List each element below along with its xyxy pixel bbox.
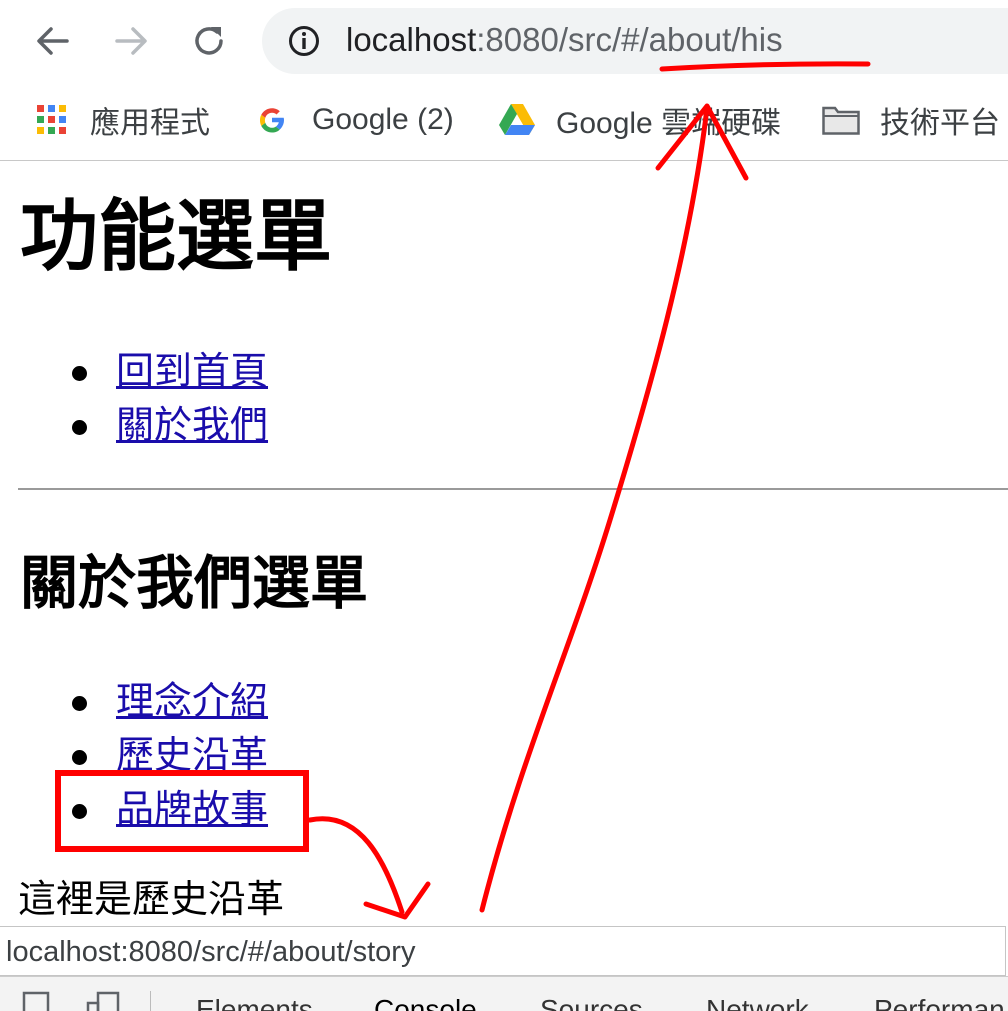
reload-button[interactable] [184, 16, 234, 66]
tab-performance[interactable]: Performan [874, 993, 1005, 1011]
toolbar-divider [0, 160, 1008, 161]
reload-icon [195, 27, 223, 55]
bullet [72, 750, 87, 765]
browser-toolbar: localhost:8080/src/#/about/his [0, 0, 1008, 82]
inspect-element-icon[interactable] [22, 991, 52, 1011]
bookmarks-bar: 應用程式 Google (2) Google 雲端硬碟 技術平台 [0, 84, 1008, 160]
forward-arrow-icon [115, 27, 147, 55]
bookmark-drive[interactable]: Google 雲端硬碟 [498, 98, 781, 142]
address-bar[interactable]: localhost:8080/src/#/about/his [262, 8, 1008, 74]
bookmark-label: 應用程式 [90, 107, 210, 140]
info-icon[interactable] [288, 25, 320, 57]
link-story[interactable]: 品牌故事 [116, 786, 268, 832]
url-path: :8080/src/#/about/his [476, 21, 783, 58]
apps-grid-icon [37, 105, 66, 134]
devtools-panel: Elements Console Sources Network Perform… [0, 976, 1008, 1011]
bookmark-label: Google 雲端硬碟 [556, 107, 782, 140]
bookmark-label: 技術平台 [880, 107, 1000, 140]
bullet [72, 366, 87, 381]
link-home[interactable]: 回到首頁 [116, 348, 268, 394]
forward-button[interactable] [106, 16, 156, 66]
status-url: localhost:8080/src/#/about/story [6, 936, 416, 968]
tab-network[interactable]: Network [706, 993, 809, 1011]
page-content: 功能選單 回到首頁 關於我們 關於我們選單 理念介紹 歷史沿革 品牌故事 這裡是… [0, 162, 1008, 930]
url-text[interactable]: localhost:8080/src/#/about/his [346, 20, 783, 60]
link-history[interactable]: 歷史沿革 [116, 732, 268, 778]
bookmark-apps[interactable]: 應用程式 [36, 98, 210, 142]
back-arrow-icon [37, 27, 69, 55]
link-status-bubble: localhost:8080/src/#/about/story [0, 926, 1006, 976]
tab-sources[interactable]: Sources [540, 993, 643, 1011]
bookmark-label: Google (2) [312, 103, 454, 136]
router-view-text: 這裡是歷史沿革 [18, 877, 285, 921]
google-drive-icon [499, 104, 535, 135]
bookmark-google[interactable]: Google (2) [256, 98, 454, 142]
horizontal-rule [18, 488, 1008, 490]
link-concept[interactable]: 理念介紹 [116, 678, 268, 724]
devtools-divider [150, 991, 151, 1011]
page-title: 功能選單 [20, 192, 333, 282]
device-toolbar-icon[interactable] [86, 991, 126, 1011]
tab-elements[interactable]: Elements [196, 993, 313, 1011]
folder-icon [822, 106, 860, 135]
bullet [72, 804, 87, 819]
google-g-icon [260, 108, 284, 133]
bookmark-folder[interactable]: 技術平台 [822, 98, 1000, 142]
link-about[interactable]: 關於我們 [116, 402, 268, 448]
section-title: 關於我們選單 [20, 549, 369, 617]
back-button[interactable] [28, 16, 78, 66]
url-host: localhost [346, 21, 477, 58]
bullet [72, 420, 87, 435]
bullet [72, 696, 87, 711]
tab-console[interactable]: Console [374, 993, 477, 1011]
